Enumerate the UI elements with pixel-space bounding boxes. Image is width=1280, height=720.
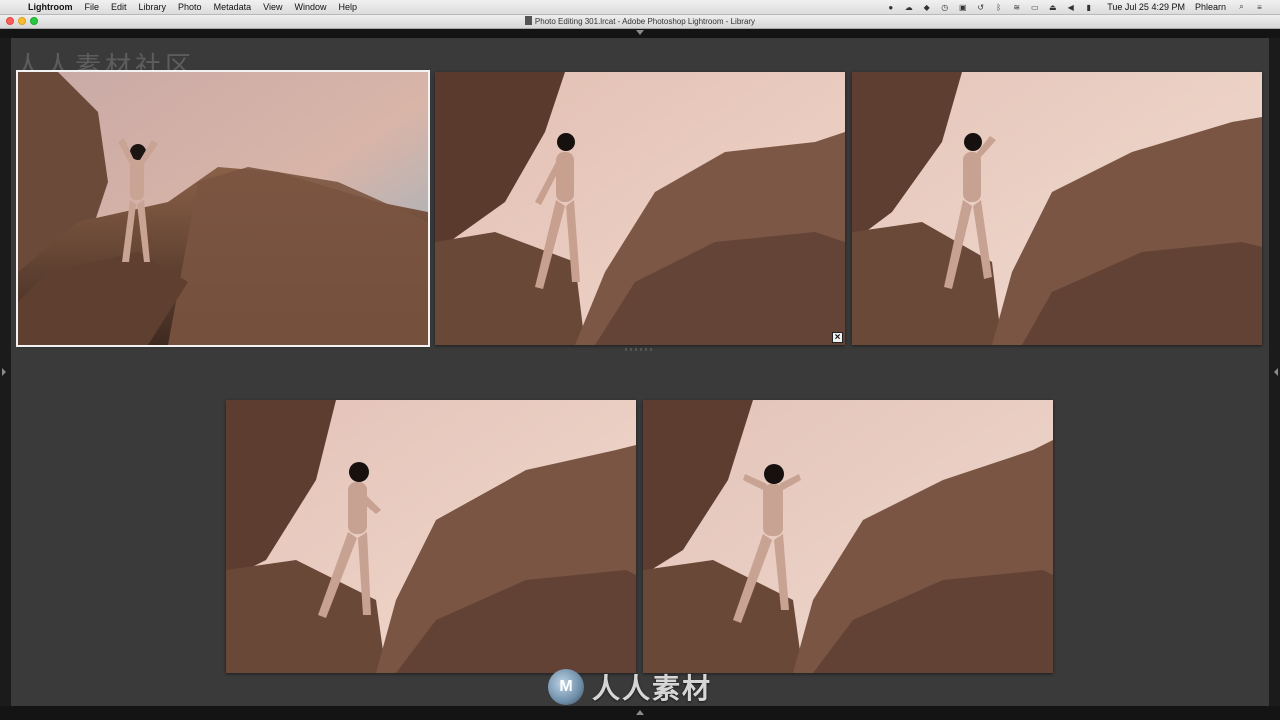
watermark-logo-text: 人人素材 bbox=[592, 672, 713, 705]
wifi-icon[interactable]: ≋ bbox=[1011, 3, 1022, 12]
window-titlebar: Photo Editing 301.lrcat - Adobe Photosho… bbox=[0, 15, 1280, 29]
survey-view: 人人素材社区 × M 人人素材 bbox=[11, 38, 1269, 706]
stopwatch-icon[interactable]: ◷ bbox=[939, 3, 950, 12]
spotlight-search-icon[interactable]: ⌕ bbox=[1236, 2, 1247, 12]
remove-from-survey-button[interactable]: × bbox=[832, 332, 843, 343]
window-title: Photo Editing 301.lrcat - Adobe Photosho… bbox=[0, 16, 1280, 27]
menu-metadata[interactable]: Metadata bbox=[214, 2, 252, 12]
menu-bar: Lightroom File Edit Library Photo Metada… bbox=[0, 0, 1280, 15]
battery-icon[interactable]: ▮ bbox=[1083, 3, 1094, 12]
photo-image-4 bbox=[226, 400, 636, 673]
watermark-logo-mark: M bbox=[548, 669, 584, 705]
photo-image-1 bbox=[18, 72, 428, 345]
volume-icon[interactable]: ◀ bbox=[1065, 3, 1076, 12]
survey-photo-1[interactable] bbox=[16, 70, 430, 347]
survey-photo-4[interactable] bbox=[226, 400, 636, 673]
menu-photo[interactable]: Photo bbox=[178, 2, 202, 12]
windows-icon[interactable]: ▣ bbox=[957, 3, 968, 12]
survey-photo-5[interactable] bbox=[643, 400, 1053, 673]
user-menu[interactable]: Phlearn bbox=[1195, 2, 1226, 12]
menu-clock[interactable]: Tue Jul 25 4:29 PM bbox=[1107, 2, 1185, 12]
menu-library[interactable]: Library bbox=[139, 2, 167, 12]
left-panel-toggle-icon[interactable] bbox=[2, 368, 6, 376]
record-icon[interactable]: ● bbox=[885, 3, 896, 12]
notification-center-icon[interactable]: ≡ bbox=[1254, 3, 1265, 12]
top-panel-toggle-icon[interactable] bbox=[636, 30, 644, 35]
photo-image-2 bbox=[435, 72, 845, 345]
airplay-icon[interactable]: ▭ bbox=[1029, 3, 1040, 12]
menu-help[interactable]: Help bbox=[338, 2, 357, 12]
photo-image-5 bbox=[643, 400, 1053, 673]
right-panel-toggle-icon[interactable] bbox=[1274, 368, 1278, 376]
menu-edit[interactable]: Edit bbox=[111, 2, 127, 12]
menu-file[interactable]: File bbox=[85, 2, 100, 12]
window-title-text: Photo Editing 301.lrcat - Adobe Photosho… bbox=[534, 17, 756, 26]
filmstrip-toggle-icon[interactable] bbox=[636, 710, 644, 715]
watermark-logo: M 人人素材 bbox=[548, 667, 712, 707]
menu-lightroom[interactable]: Lightroom bbox=[28, 2, 73, 12]
photo-image-3 bbox=[852, 72, 1262, 345]
survey-photo-2[interactable]: × bbox=[435, 72, 845, 345]
document-icon bbox=[524, 16, 532, 25]
survey-photo-3[interactable] bbox=[852, 72, 1262, 345]
resize-grip[interactable] bbox=[625, 348, 655, 351]
menu-window[interactable]: Window bbox=[294, 2, 326, 12]
bluetooth-icon[interactable]: ᛒ bbox=[993, 3, 1004, 12]
time-machine-icon[interactable]: ↺ bbox=[975, 3, 986, 12]
menu-view[interactable]: View bbox=[263, 2, 282, 12]
status-area: ● ☁ ◆ ◷ ▣ ↺ ᛒ ≋ ▭ ⏏ ◀ ▮ Tue Jul 25 4:29 … bbox=[885, 0, 1272, 14]
eject-icon[interactable]: ⏏ bbox=[1047, 3, 1058, 12]
creative-cloud-icon[interactable]: ☁ bbox=[903, 3, 914, 12]
dropbox-icon[interactable]: ◆ bbox=[921, 3, 932, 12]
